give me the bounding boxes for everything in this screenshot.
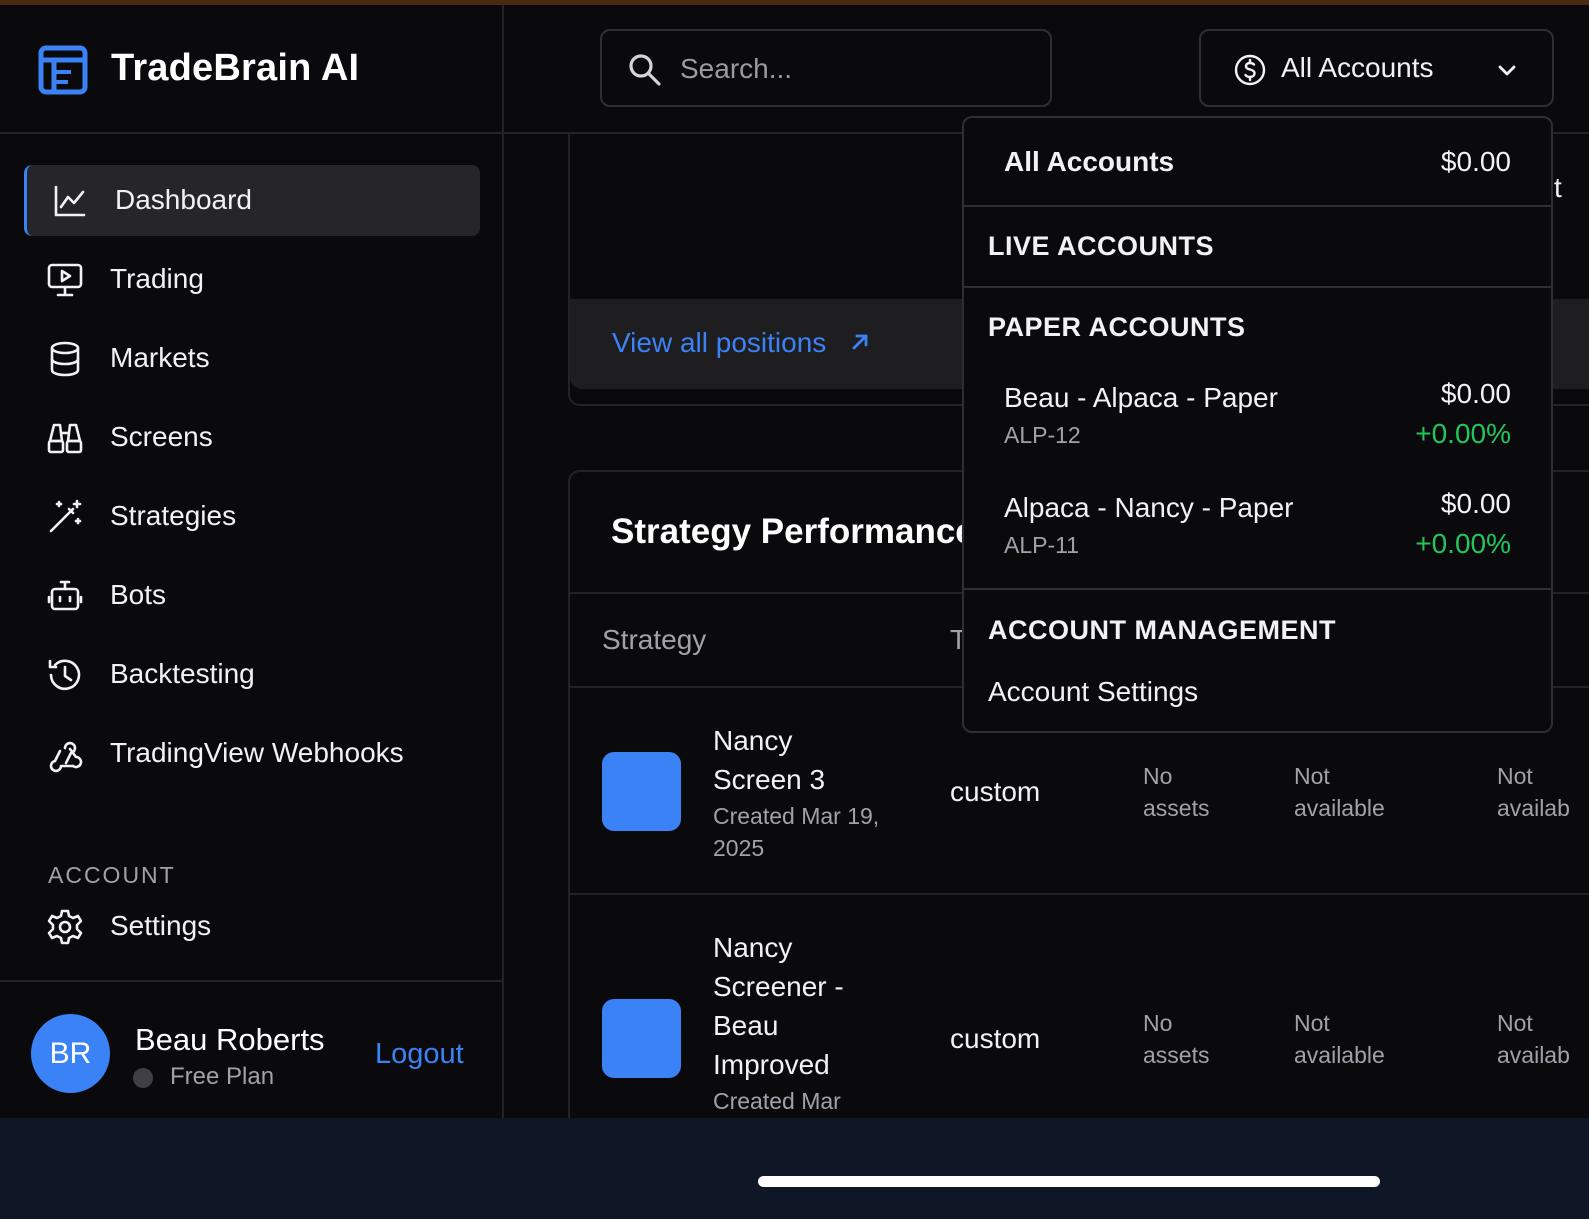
account-value: $0.00 — [1440, 378, 1511, 409]
search-box[interactable] — [600, 29, 1052, 107]
sidebar-item-settings[interactable]: Settings — [24, 891, 480, 962]
account-change: +0.00% — [1415, 528, 1511, 559]
sidebar-item-label: Dashboard — [115, 184, 252, 215]
sidebar-item-markets[interactable]: Markets — [24, 323, 480, 394]
top-header: All Accounts — [504, 5, 1589, 134]
sidebar-item-label: Backtesting — [110, 658, 255, 689]
magic-wand-icon — [49, 499, 82, 533]
strategy-metric: Not available — [1294, 1010, 1385, 1068]
dollar-circle-icon — [1234, 54, 1266, 86]
sidebar-item-label: Strategies — [110, 500, 237, 531]
sidebar-item-label: Screens — [110, 421, 213, 452]
sidebar-item-trading[interactable]: Trading — [24, 244, 480, 315]
account-section-label: ACCOUNT — [48, 862, 176, 888]
all-accounts-value: $0.00 — [1440, 146, 1511, 177]
strategy-assets: No assets — [1143, 763, 1210, 821]
brand-header: TradeBrain AI — [0, 5, 502, 134]
strategy-metric: Not availab — [1497, 763, 1570, 821]
strategy-thumbnail — [602, 752, 681, 831]
strategy-assets: No assets — [1143, 1010, 1210, 1068]
strategy-created: Created Mar — [713, 1088, 841, 1114]
user-profile: BR Beau Roberts Free Plan Logout — [0, 980, 502, 1133]
status-dot — [133, 1068, 153, 1088]
sidebar-item-bots[interactable]: Bots — [24, 560, 480, 631]
binoculars-icon — [47, 423, 83, 454]
strategy-type: custom — [950, 1023, 1041, 1054]
account-id: ALP-12 — [1004, 422, 1081, 448]
sidebar-item-label: TradingView Webhooks — [110, 737, 404, 768]
strategy-name: Nancy Screen 3 — [713, 725, 826, 795]
sidebar-item-tradingview-webhooks[interactable]: TradingView Webhooks — [24, 718, 480, 789]
avatar[interactable]: BR — [31, 1014, 110, 1093]
strategy-performance-title: Strategy Performance — [611, 512, 975, 551]
account-dropdown-menu: All Accounts $0.00 LIVE ACCOUNTS PAPER A… — [962, 116, 1553, 733]
menu-item-all-accounts[interactable]: All Accounts $0.00 — [964, 118, 1551, 207]
menu-item-paper-account[interactable]: Beau - Alpaca - Paper ALP-12 $0.00 +0.00… — [964, 378, 1551, 492]
plan-label: Free Plan — [170, 1063, 275, 1090]
strategy-metric: Not available — [1294, 763, 1385, 821]
user-name: Beau Roberts — [135, 1022, 325, 1057]
all-accounts-label: All Accounts — [1004, 146, 1175, 177]
strategy-thumbnail — [602, 999, 681, 1078]
arrow-up-right-icon[interactable] — [848, 330, 872, 354]
paper-accounts-heading: PAPER ACCOUNTS — [988, 312, 1246, 342]
account-value: $0.00 — [1440, 488, 1511, 519]
menu-item-paper-account[interactable]: Alpaca - Nancy - Paper ALP-11 $0.00 +0.0… — [964, 488, 1551, 602]
table-row[interactable]: Nancy Screener - Beau Improved Created M… — [570, 895, 1589, 1133]
strategy-metric: Not availab — [1497, 1010, 1570, 1068]
sidebar: TradeBrain AI Dashboard Trading Markets … — [0, 5, 504, 1133]
strategy-created: Created Mar 19, 2025 — [713, 803, 880, 861]
account-management-heading: ACCOUNT MANAGEMENT — [988, 615, 1336, 645]
bot-icon — [47, 580, 83, 611]
sidebar-item-strategies[interactable]: Strategies — [24, 481, 480, 552]
app-name: TradeBrain AI — [111, 47, 360, 89]
search-input[interactable] — [680, 47, 1040, 91]
sidebar-item-dashboard[interactable]: Dashboard — [24, 165, 480, 236]
history-icon — [48, 659, 81, 691]
database-icon — [50, 341, 80, 377]
live-accounts-section: LIVE ACCOUNTS — [964, 207, 1551, 288]
menu-item-account-settings[interactable]: Account Settings — [988, 676, 1198, 708]
system-bottom-bar — [0, 1118, 1589, 1219]
account-name: Beau - Alpaca - Paper — [1004, 382, 1278, 413]
clipped-text: t — [1554, 172, 1562, 203]
strategy-name: Nancy Screener - Beau Improved — [713, 932, 844, 1080]
account-name: Alpaca - Nancy - Paper — [1004, 492, 1294, 523]
search-icon — [629, 54, 661, 86]
app-logo-icon — [38, 45, 88, 95]
sidebar-item-label: Settings — [110, 910, 212, 941]
account-selector-label: All Accounts — [1281, 52, 1434, 83]
sidebar-item-screens[interactable]: Screens — [24, 402, 480, 473]
view-all-positions-link[interactable]: View all positions — [612, 327, 826, 359]
chart-line-icon — [54, 185, 86, 217]
paper-accounts-section: PAPER ACCOUNTS Beau - Alpaca - Paper ALP… — [964, 288, 1551, 590]
live-accounts-heading: LIVE ACCOUNTS — [988, 231, 1215, 261]
sidebar-item-label: Markets — [110, 342, 210, 373]
strategy-type: custom — [950, 776, 1041, 807]
webhook-icon — [49, 741, 83, 773]
monitor-play-icon — [47, 263, 83, 297]
chevron-down-icon — [1498, 65, 1516, 76]
account-id: ALP-11 — [1004, 532, 1080, 558]
sidebar-item-backtesting[interactable]: Backtesting — [24, 639, 480, 710]
home-indicator[interactable] — [758, 1176, 1380, 1187]
account-change: +0.00% — [1415, 418, 1511, 449]
account-selector[interactable]: All Accounts — [1199, 29, 1554, 107]
column-header-strategy[interactable]: Strategy — [602, 624, 706, 656]
sidebar-item-label: Bots — [110, 579, 167, 610]
sidebar-item-label: Trading — [110, 263, 204, 294]
logout-link[interactable]: Logout — [375, 1038, 464, 1071]
gear-icon — [47, 909, 83, 945]
